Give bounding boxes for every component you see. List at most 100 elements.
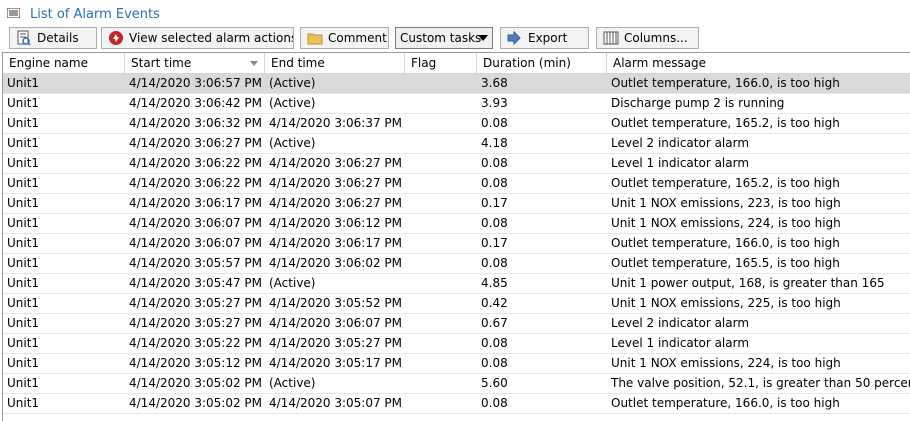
cell-alarm-message: Outlet temperature, 165.2, is too high <box>611 176 840 190</box>
cell-alarm-message: Unit 1 NOX emissions, 223, is too high <box>611 196 841 210</box>
view-alarm-actions-button[interactable]: View selected alarm actions... <box>101 27 294 49</box>
cell-end-time: (Active) <box>269 276 316 290</box>
table-row[interactable]: Unit1 4/14/2020 3:06:22 PM 4/14/2020 3:06:… <box>3 174 910 194</box>
cell-alarm-message: Outlet temperature, 165.2, is too high <box>611 116 840 130</box>
cell-alarm-message: Outlet temperature, 166.0, is too high <box>611 236 840 250</box>
cell-engine-name: Unit1 <box>7 396 40 410</box>
chevron-down-icon <box>478 35 488 41</box>
column-header-alarm-message[interactable]: Alarm message <box>607 53 910 73</box>
cell-duration: 0.17 <box>481 236 508 250</box>
cell-start-time: 4/14/2020 3:06:07 PM <box>129 216 263 230</box>
column-header-flag[interactable]: Flag <box>405 53 477 73</box>
table-row[interactable]: Unit1 4/14/2020 3:05:47 PM (Active) 4.85 Uni… <box>3 274 910 294</box>
cell-flag <box>405 74 477 93</box>
cell-flag <box>405 194 477 213</box>
cell-end-time: 4/14/2020 3:05:27 PM <box>269 336 403 350</box>
cell-flag <box>405 374 477 393</box>
cell-end-time: 4/14/2020 3:06:27 PM <box>269 156 403 170</box>
table-row[interactable]: Unit1 4/14/2020 3:06:22 PM 4/14/2020 3:06:… <box>3 154 910 174</box>
details-label: Details <box>37 31 79 45</box>
cell-end-time: 4/14/2020 3:06:37 PM <box>269 116 403 130</box>
table-row[interactable]: Unit1 4/14/2020 3:06:07 PM 4/14/2020 3:06:… <box>3 234 910 254</box>
cell-end-time: 4/14/2020 3:05:07 PM <box>269 396 403 410</box>
cell-start-time: 4/14/2020 3:06:32 PM <box>129 116 263 130</box>
cell-engine-name: Unit1 <box>7 76 40 90</box>
cell-engine-name: Unit1 <box>7 196 40 210</box>
column-header-duration[interactable]: Duration (min) <box>477 53 607 73</box>
cell-engine-name: Unit1 <box>7 236 40 250</box>
cell-alarm-message: The valve position, 52.1, is greater tha… <box>611 376 910 390</box>
cell-duration: 0.08 <box>481 116 508 130</box>
cell-start-time: 4/14/2020 3:06:42 PM <box>129 96 263 110</box>
cell-engine-name: Unit1 <box>7 316 40 330</box>
cell-alarm-message: Unit 1 NOX emissions, 224, is too high <box>611 216 841 230</box>
column-header-start-time[interactable]: Start time <box>125 53 265 73</box>
table-row[interactable]: Unit1 4/14/2020 3:05:27 PM 4/14/2020 3:05:… <box>3 294 910 314</box>
cell-engine-name: Unit1 <box>7 356 40 370</box>
column-header-end-time[interactable]: End time <box>265 53 405 73</box>
cell-end-time: (Active) <box>269 376 316 390</box>
cell-alarm-message: Outlet temperature, 166.0, is too high <box>611 396 840 410</box>
cell-flag <box>405 114 477 133</box>
cell-flag <box>405 134 477 153</box>
cell-duration: 3.93 <box>481 96 508 110</box>
details-button[interactable]: Details <box>9 27 97 49</box>
cell-alarm-message: Level 2 indicator alarm <box>611 316 750 330</box>
cell-end-time: 4/14/2020 3:05:17 PM <box>269 356 403 370</box>
cell-engine-name: Unit1 <box>7 116 40 130</box>
cell-duration: 0.08 <box>481 156 508 170</box>
panel-title-bar: List of Alarm Events <box>0 0 910 27</box>
cell-start-time: 4/14/2020 3:06:22 PM <box>129 156 263 170</box>
column-header-start-time-label: Start time <box>131 56 192 70</box>
table-row[interactable]: Unit1 4/14/2020 3:05:22 PM 4/14/2020 3:05:… <box>3 334 910 354</box>
export-button[interactable]: Export <box>500 27 589 49</box>
table-row[interactable]: Unit1 4/14/2020 3:05:02 PM (Active) 5.60 The… <box>3 374 910 394</box>
cell-end-time: (Active) <box>269 136 316 150</box>
column-header-engine-name[interactable]: Engine name <box>3 53 125 73</box>
custom-tasks-dropdown[interactable]: Custom tasks <box>395 27 493 49</box>
alarm-events-table: Engine name Start time End time Flag Dur… <box>2 52 910 421</box>
cell-end-time: (Active) <box>269 96 316 110</box>
cell-end-time: 4/14/2020 3:06:07 PM <box>269 316 403 330</box>
cell-start-time: 4/14/2020 3:05:02 PM <box>129 376 263 390</box>
cell-engine-name: Unit1 <box>7 176 40 190</box>
table-row[interactable]: Unit1 4/14/2020 3:05:12 PM 4/14/2020 3:05:… <box>3 354 910 374</box>
cell-alarm-message: Level 2 indicator alarm <box>611 136 750 150</box>
table-row[interactable]: Unit1 4/14/2020 3:06:42 PM (Active) 3.93 Dis… <box>3 94 910 114</box>
table-row[interactable]: Unit1 4/14/2020 3:05:27 PM 4/14/2020 3:06:… <box>3 314 910 334</box>
cell-flag <box>405 354 477 373</box>
cell-end-time: 4/14/2020 3:06:27 PM <box>269 196 403 210</box>
cell-engine-name: Unit1 <box>7 96 40 110</box>
cell-flag <box>405 154 477 173</box>
cell-engine-name: Unit1 <box>7 156 40 170</box>
table-row[interactable]: Unit1 4/14/2020 3:06:27 PM (Active) 4.18 Lev… <box>3 134 910 154</box>
cell-start-time: 4/14/2020 3:06:57 PM <box>129 76 263 90</box>
columns-button[interactable]: Columns... <box>596 27 699 49</box>
cell-end-time: 4/14/2020 3:06:17 PM <box>269 236 403 250</box>
table-row[interactable]: Unit1 4/14/2020 3:06:32 PM 4/14/2020 3:06:… <box>3 114 910 134</box>
comment-button[interactable]: Comment <box>300 27 389 49</box>
table-row[interactable]: Unit1 4/14/2020 3:05:57 PM 4/14/2020 3:06:… <box>3 254 910 274</box>
cell-start-time: 4/14/2020 3:06:22 PM <box>129 176 263 190</box>
cell-end-time: 4/14/2020 3:06:12 PM <box>269 216 403 230</box>
cell-alarm-message: Level 1 indicator alarm <box>611 336 750 350</box>
cell-duration: 3.68 <box>481 76 508 90</box>
table-row[interactable]: Unit1 4/14/2020 3:06:07 PM 4/14/2020 3:06:… <box>3 214 910 234</box>
cell-duration: 0.08 <box>481 216 508 230</box>
table-row[interactable]: Unit1 4/14/2020 3:06:17 PM 4/14/2020 3:06:… <box>3 194 910 214</box>
cell-start-time: 4/14/2020 3:05:12 PM <box>129 356 263 370</box>
cell-duration: 0.08 <box>481 356 508 370</box>
table-row[interactable]: Unit1 4/14/2020 3:05:02 PM 4/14/2020 3:05:… <box>3 394 910 414</box>
cell-start-time: 4/14/2020 3:05:02 PM <box>129 396 263 410</box>
cell-duration: 0.08 <box>481 396 508 410</box>
cell-flag <box>405 94 477 113</box>
cell-engine-name: Unit1 <box>7 276 40 290</box>
table-row[interactable]: Unit1 4/14/2020 3:06:57 PM (Active) 3.68 Out… <box>3 74 910 94</box>
page-title: List of Alarm Events <box>30 7 160 22</box>
list-icon <box>7 8 20 18</box>
cell-flag <box>405 394 477 413</box>
cell-duration: 4.18 <box>481 136 508 150</box>
cell-end-time: (Active) <box>269 76 316 90</box>
table-header: Engine name Start time End time Flag Dur… <box>3 53 910 74</box>
export-icon <box>507 30 523 46</box>
